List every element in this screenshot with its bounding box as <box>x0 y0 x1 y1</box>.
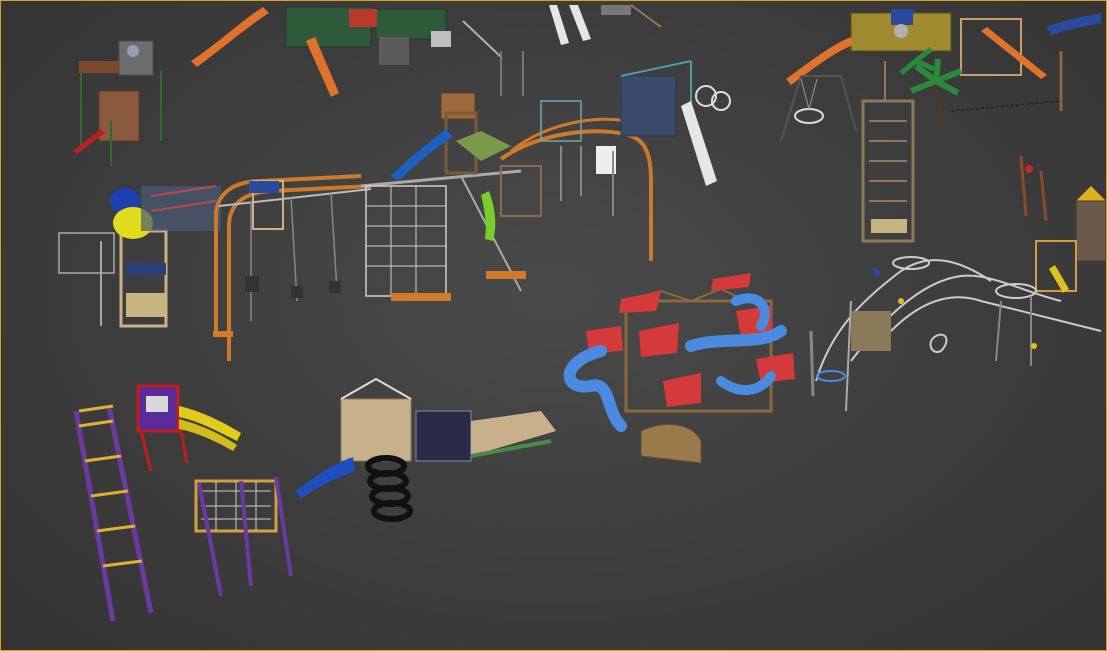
rope-swing-tower-far-right[interactable] <box>1019 155 1048 222</box>
arched-monkey-bar-rope-course[interactable] <box>213 169 526 361</box>
rope-net-climber[interactable] <box>194 476 293 597</box>
red-roof-tube-slide-complex[interactable] <box>563 273 795 464</box>
palm-tree-swings-top-right[interactable] <box>780 47 1062 142</box>
tube-tower-left[interactable] <box>58 185 221 328</box>
pirate-ship-play-structure-top-right[interactable] <box>786 9 1101 111</box>
tower-slide-set-top-left[interactable] <box>73 40 162 166</box>
orange-slide-play-structure-top[interactable] <box>191 6 524 97</box>
3d-viewport[interactable] <box>0 0 1107 651</box>
purple-mini-slide[interactable] <box>136 384 241 472</box>
castle-tower-far-right[interactable] <box>1035 186 1106 293</box>
scene-canvas[interactable] <box>1 1 1106 650</box>
twin-white-slides-top[interactable] <box>549 4 662 45</box>
ladder-tower-right[interactable] <box>861 61 915 243</box>
tire-stack-rope-bridge[interactable] <box>296 377 556 522</box>
purple-climbing-ladder[interactable] <box>73 404 154 622</box>
